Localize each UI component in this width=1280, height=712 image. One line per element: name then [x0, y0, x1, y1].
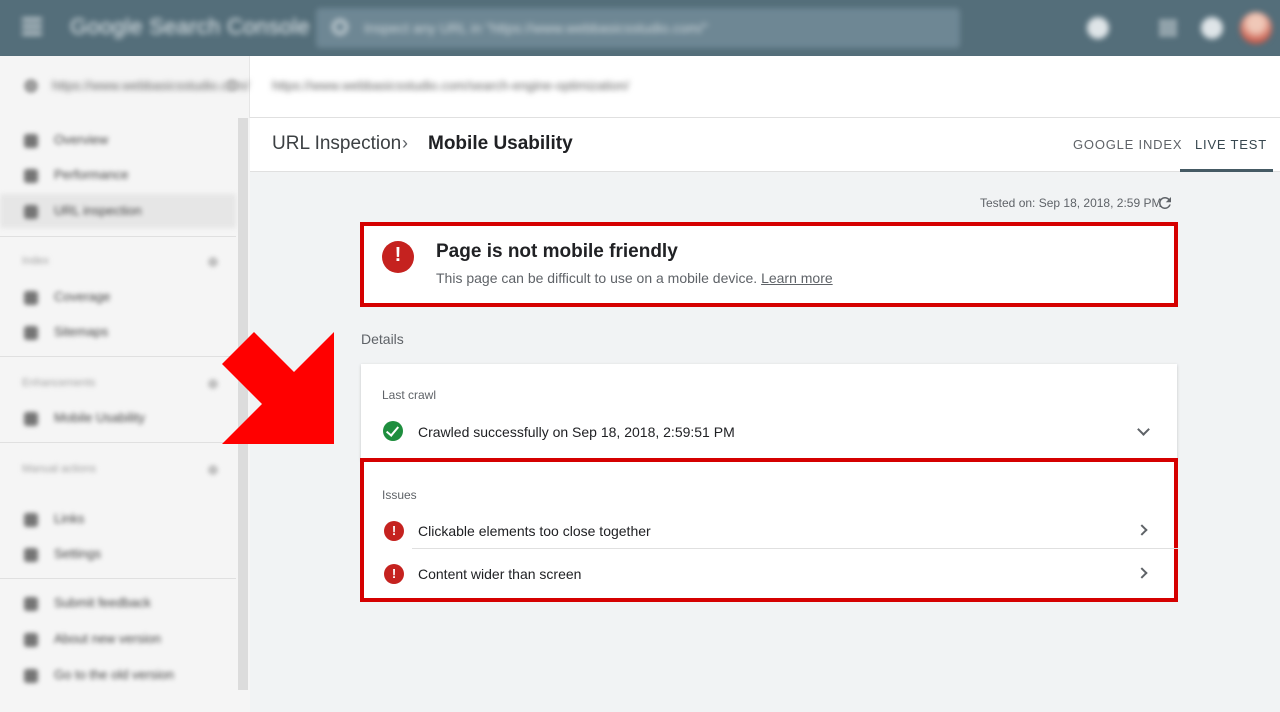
sidebar-item-sitemaps[interactable]: Sitemaps — [0, 315, 236, 349]
info-icon — [24, 633, 38, 647]
sidebar-section-index[interactable]: Index — [22, 255, 49, 267]
error-icon — [382, 241, 414, 273]
sidebar-item-mobile-usability[interactable]: Mobile Usability — [0, 401, 236, 435]
chevron-down-icon — [226, 79, 238, 91]
tested-on-timestamp: Tested on: Sep 18, 2018, 2:59 PM — [980, 196, 1162, 210]
learn-more-link[interactable]: Learn more — [761, 270, 833, 286]
sidebar-section-enhancements[interactable]: Enhancements — [22, 377, 95, 389]
annotation-arrow-icon — [222, 332, 334, 444]
apps-grid-icon[interactable] — [1159, 19, 1177, 37]
phone-icon — [24, 412, 38, 426]
chevron-right-icon: › — [402, 133, 408, 153]
issues-card: Issues Clickable elements too close toge… — [360, 458, 1178, 602]
home-icon — [24, 134, 38, 148]
breadcrumb-parent[interactable]: URL Inspection — [272, 133, 401, 155]
sidebar-item-label: Mobile Usability — [54, 410, 146, 425]
main-content: URL Inspection › Mobile Usability GOOGLE… — [250, 118, 1280, 712]
chevron-up-icon[interactable] — [208, 379, 218, 389]
help-icon[interactable] — [1087, 17, 1109, 39]
chevron-right-icon[interactable] — [1136, 524, 1148, 536]
divider — [0, 356, 236, 357]
sidebar-item-label: About new version — [54, 631, 161, 646]
chevron-down-icon[interactable] — [1137, 423, 1150, 436]
status-description: This page can be difficult to use on a m… — [436, 270, 833, 286]
sidebar-item-old-version[interactable]: Go to the old version — [0, 658, 236, 692]
sitemap-icon — [24, 326, 38, 340]
status-description-text: This page can be difficult to use on a m… — [436, 270, 758, 286]
feedback-icon — [24, 597, 38, 611]
sidebar: Overview Performance URL inspection Inde… — [0, 118, 250, 712]
issue-text: Content wider than screen — [418, 566, 582, 582]
sidebar-item-label: Links — [54, 511, 85, 526]
sidebar-item-label: Coverage — [54, 289, 111, 304]
menu-icon[interactable] — [22, 18, 42, 38]
search-input[interactable]: Inspect any URL in "https://www.webbasic… — [316, 8, 960, 48]
page-title: Mobile Usability — [428, 133, 573, 154]
people-icon — [24, 513, 38, 527]
sidebar-item-links[interactable]: Links — [0, 502, 236, 536]
tab-google-index[interactable]: GOOGLE INDEX — [1073, 137, 1182, 152]
status-title: Page is not mobile friendly — [436, 241, 678, 262]
divider — [0, 236, 236, 237]
check-circle-icon — [383, 421, 403, 441]
sidebar-item-url-inspection[interactable]: URL inspection — [0, 194, 236, 228]
search-placeholder: Inspect any URL in "https://www.webbasic… — [364, 20, 709, 36]
sidebar-item-label: Settings — [54, 546, 101, 561]
error-icon — [384, 521, 404, 541]
sidebar-section-manual-actions[interactable]: Manual actions — [22, 463, 96, 475]
coverage-icon — [24, 291, 38, 305]
divider — [0, 578, 236, 579]
active-tab-indicator — [1180, 169, 1273, 172]
sidebar-item-label: Submit feedback — [54, 595, 151, 610]
last-crawl-text: Crawled successfully on Sep 18, 2018, 2:… — [418, 424, 735, 440]
sidebar-item-about[interactable]: About new version — [0, 622, 236, 656]
gear-icon — [24, 548, 38, 562]
notifications-icon[interactable] — [1201, 17, 1223, 39]
inspected-url: https://www.webbasicsstudio.com/search-e… — [272, 78, 629, 93]
page-header: URL Inspection › Mobile Usability GOOGLE… — [250, 118, 1280, 172]
property-bar: https://www.webbasicsstudio.com/ https:/… — [0, 56, 1280, 118]
sidebar-item-label: Overview — [54, 132, 109, 147]
sidebar-item-label: Performance — [54, 167, 129, 182]
refresh-icon[interactable] — [1156, 194, 1174, 212]
chevron-up-icon[interactable] — [208, 257, 218, 267]
sidebar-item-coverage[interactable]: Coverage — [0, 280, 236, 314]
issues-label: Issues — [382, 488, 417, 502]
sidebar-item-submit-feedback[interactable]: Submit feedback — [0, 586, 236, 620]
chevron-down-icon[interactable] — [208, 465, 218, 475]
trending-icon — [24, 169, 38, 183]
sidebar-item-label: URL inspection — [54, 203, 142, 218]
sidebar-item-settings[interactable]: Settings — [0, 537, 236, 571]
exit-icon — [24, 669, 38, 683]
search-icon — [24, 205, 38, 219]
avatar[interactable] — [1240, 12, 1272, 44]
last-crawl-label: Last crawl — [382, 388, 437, 402]
divider — [412, 548, 1178, 549]
chevron-right-icon[interactable] — [1136, 567, 1148, 579]
property-name: https://www.webbasicsstudio.com/ — [52, 78, 250, 93]
issue-text: Clickable elements too close together — [418, 523, 651, 539]
sidebar-item-label: Sitemaps — [54, 324, 109, 339]
sidebar-item-label: Go to the old version — [54, 667, 174, 682]
details-heading: Details — [361, 331, 404, 347]
app-logo[interactable]: Google Search Console — [70, 14, 310, 40]
search-icon — [332, 19, 348, 35]
app-bar: Google Search Console Inspect any URL in… — [0, 0, 1280, 56]
error-icon — [384, 564, 404, 584]
details-card: Last crawl Crawled successfully on Sep 1… — [361, 364, 1177, 460]
tab-live-test[interactable]: LIVE TEST — [1195, 137, 1267, 152]
sidebar-item-overview[interactable]: Overview — [0, 123, 236, 157]
divider — [0, 442, 236, 443]
property-icon — [24, 79, 38, 93]
sidebar-item-performance[interactable]: Performance — [0, 158, 236, 192]
status-card: Page is not mobile friendly This page ca… — [360, 222, 1178, 307]
property-selector[interactable]: https://www.webbasicsstudio.com/ — [0, 56, 250, 118]
